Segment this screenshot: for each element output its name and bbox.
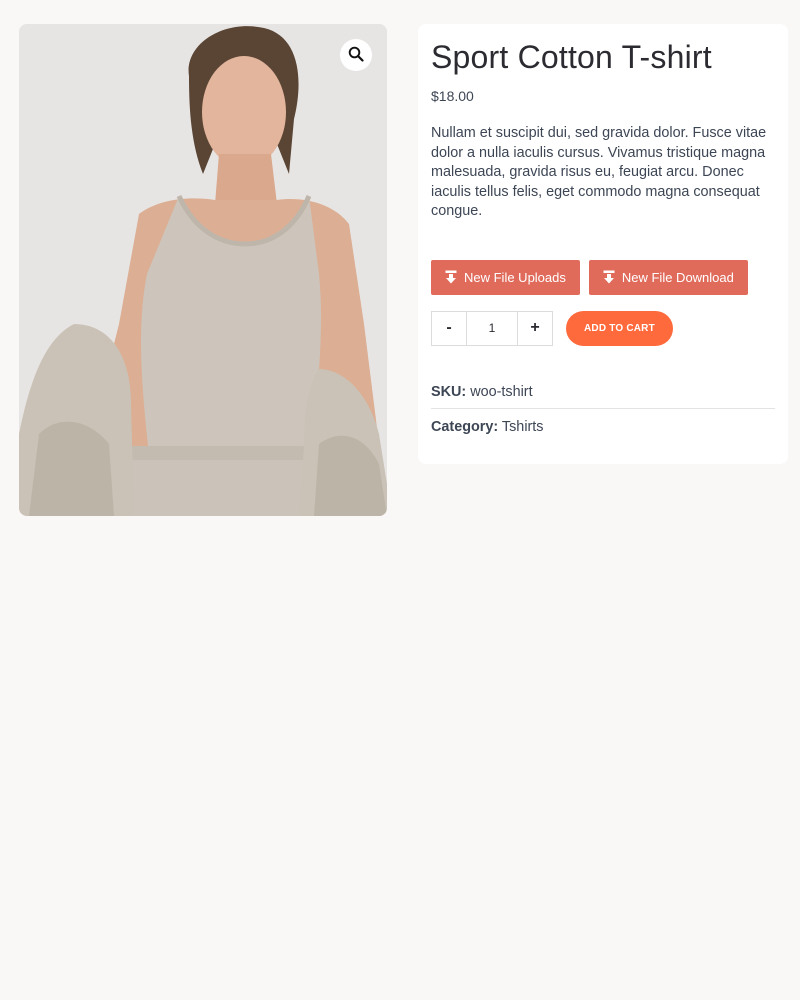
quantity-stepper: - +	[431, 310, 553, 346]
zoom-button[interactable]	[340, 39, 372, 71]
cart-row: - + ADD TO CART	[431, 310, 775, 346]
product-summary: Sport Cotton T-shirt $18.00 Nullam et su…	[418, 24, 788, 464]
new-file-uploads-button[interactable]: New File Uploads	[431, 259, 580, 295]
quantity-input[interactable]	[466, 311, 518, 345]
product-page: Sport Cotton T-shirt $18.00 Nullam et su…	[0, 0, 800, 1000]
sku-label: SKU:	[431, 383, 467, 400]
product-description: Nullam et suscipit dui, sed gravida dolo…	[431, 125, 767, 219]
category-row: Category: Tshirts	[431, 407, 775, 443]
file-button-label: New File Download	[621, 269, 734, 285]
product-price: $18.00	[431, 88, 474, 104]
sku-row: SKU: woo-tshirt	[431, 384, 775, 408]
category-link[interactable]: Tshirts	[502, 419, 544, 435]
product-photo	[19, 24, 387, 516]
product-title: Sport Cotton T-shirt	[431, 39, 712, 75]
decrease-quantity-button[interactable]: -	[432, 311, 466, 345]
product-gallery	[19, 24, 387, 516]
file-buttons: New File Uploads New File Download	[431, 259, 775, 295]
download-icon	[445, 270, 457, 284]
new-file-download-button[interactable]: New File Download	[588, 259, 748, 295]
file-button-label: New File Uploads	[464, 269, 566, 285]
add-to-cart-button[interactable]: ADD TO CART	[566, 310, 673, 346]
download-icon	[603, 270, 615, 284]
product-meta: SKU: woo-tshirt Category: Tshirts	[431, 384, 775, 443]
category-label: Category:	[431, 418, 499, 435]
sku-value: woo-tshirt	[470, 383, 533, 400]
magnifier-icon	[348, 46, 364, 65]
increase-quantity-button[interactable]: +	[518, 311, 552, 345]
